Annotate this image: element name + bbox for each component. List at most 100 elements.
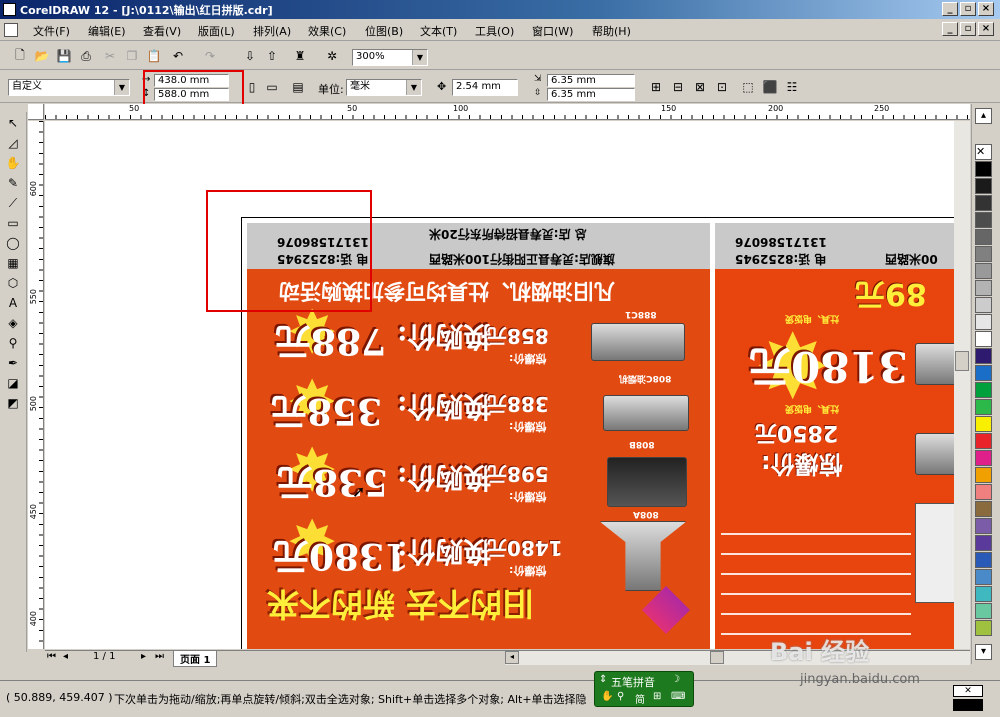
menu-window[interactable]: 窗口(W)	[532, 23, 573, 39]
menu-arrange[interactable]: 排列(A)	[253, 23, 291, 39]
app-launcher-icon[interactable]: ♜	[290, 46, 310, 66]
menu-view[interactable]: 查看(V)	[143, 23, 181, 39]
page-size-select[interactable]: 自定义 ▼	[8, 79, 130, 96]
next-page-icon[interactable]: ▸	[141, 651, 146, 662]
swatch[interactable]	[975, 569, 992, 585]
swatch[interactable]	[975, 433, 992, 449]
swatch[interactable]	[975, 603, 992, 619]
snap-objects-icon[interactable]: ⊠	[690, 77, 710, 97]
export-icon[interactable]: ⇧	[262, 46, 282, 66]
interactive-fill-icon[interactable]: ◩	[3, 394, 23, 412]
vertical-ruler[interactable]: 600 550 500 450 400	[28, 121, 44, 649]
flyer-right[interactable]: 13171586076 电 话:8252945 00米路西 89元 ✸ 3180…	[715, 223, 970, 649]
copy-icon[interactable]: ❐	[122, 46, 142, 66]
open-icon[interactable]: 📂	[32, 46, 52, 66]
ime-hand-icon[interactable]: ✋	[601, 691, 613, 702]
portrait-icon[interactable]: ▯	[242, 77, 262, 97]
doc-restore-button[interactable]: ▫	[960, 22, 976, 36]
swatch[interactable]	[975, 382, 992, 398]
swatch[interactable]	[975, 535, 992, 551]
menu-text[interactable]: 文本(T)	[420, 23, 457, 39]
swatch[interactable]	[975, 450, 992, 466]
swatch[interactable]	[975, 518, 992, 534]
new-icon[interactable]: 🗋	[10, 46, 30, 66]
smart-fill-tool-icon[interactable]: ⟋	[3, 194, 23, 212]
undo-icon[interactable]: ↶	[168, 46, 188, 66]
fill-tool-icon[interactable]: ◪	[3, 374, 23, 392]
grid-tool-icon[interactable]: ▦	[3, 254, 23, 272]
basic-shapes-icon[interactable]: ⬡	[3, 274, 23, 292]
swatch[interactable]	[975, 263, 992, 279]
ruler-corner[interactable]	[28, 104, 44, 120]
outline-tool-icon[interactable]: ✒	[3, 354, 23, 372]
ime-keyboard-icon[interactable]: ⌨	[671, 691, 685, 702]
palette-scroll-up-icon[interactable]: ▴	[975, 108, 992, 124]
pan-tool-icon[interactable]: ✋	[3, 154, 23, 172]
doc-minimize-button[interactable]: _	[942, 22, 958, 36]
import-icon[interactable]: ⇩	[240, 46, 260, 66]
minimize-button[interactable]: _	[942, 2, 958, 16]
print-icon[interactable]: ⎙	[76, 46, 96, 66]
shape-tool-icon[interactable]: ◿	[3, 134, 23, 152]
menu-tools[interactable]: 工具(O)	[475, 23, 514, 39]
swatch[interactable]	[975, 297, 992, 313]
swatch[interactable]	[975, 331, 992, 347]
close-button[interactable]: ×	[978, 2, 994, 16]
cut-icon[interactable]: ✂	[100, 46, 120, 66]
snap-guides-icon[interactable]: ⊟	[668, 77, 688, 97]
zoom-select[interactable]: 300% ▼	[352, 49, 428, 66]
snap-grid-icon[interactable]: ⊞	[646, 77, 666, 97]
swatch[interactable]	[975, 195, 992, 211]
select-icon[interactable]: ⬚	[738, 77, 758, 97]
landscape-icon[interactable]: ▭	[262, 77, 282, 97]
menu-layout[interactable]: 版面(L)	[198, 23, 235, 39]
swatch[interactable]	[975, 229, 992, 245]
ime-moon-icon[interactable]: ☽	[671, 674, 680, 685]
interactive-tool-icon[interactable]: ◈	[3, 314, 23, 332]
text-tool-icon[interactable]: A	[3, 294, 23, 312]
eyedropper-tool-icon[interactable]: ⚲	[3, 334, 23, 352]
chevron-down-icon[interactable]: ▼	[412, 50, 427, 65]
chevron-down-icon[interactable]: ▼	[406, 80, 421, 95]
swatch[interactable]	[975, 365, 992, 381]
last-page-icon[interactable]: ⏭	[155, 651, 164, 662]
save-icon[interactable]: 💾	[54, 46, 74, 66]
duplicate-y-input[interactable]: 6.35 mm	[547, 88, 635, 101]
paste-icon[interactable]: 📋	[144, 46, 164, 66]
treat-as-filled-icon[interactable]: ⬛	[760, 77, 780, 97]
menu-file[interactable]: 文件(F)	[33, 23, 70, 39]
ime-punct-icon[interactable]: ⊞	[653, 691, 661, 702]
scroll-thumb[interactable]	[955, 351, 969, 371]
swatch[interactable]	[975, 416, 992, 432]
dynamic-guides-icon[interactable]: ⊡	[712, 77, 732, 97]
swatch[interactable]	[975, 212, 992, 228]
ime-toolbar[interactable]: ⇕ 五笔拼音 ☽ ✋ ⚲ 简 ⊞ ⌨	[594, 671, 694, 707]
palette-scroll-down-icon[interactable]: ▾	[975, 644, 992, 660]
drawing-canvas[interactable]: 13171586076 总 店:灵寿县招待所东行20米 电 话:8252945 …	[45, 121, 970, 649]
nudge-input[interactable]: 2.54 mm	[452, 79, 518, 96]
horizontal-ruler[interactable]: 50 50 100 150 200 250	[45, 104, 970, 120]
ime-mode[interactable]: 简	[635, 691, 645, 706]
swatch[interactable]	[975, 620, 992, 636]
first-page-icon[interactable]: ⏮	[47, 651, 56, 662]
menu-bitmaps[interactable]: 位图(B)	[365, 23, 403, 39]
swatch[interactable]	[975, 280, 992, 296]
pick-tool-icon[interactable]: ↖	[3, 114, 23, 132]
menu-effects[interactable]: 效果(C)	[308, 23, 346, 39]
swatch[interactable]	[975, 399, 992, 415]
unit-select[interactable]: 毫米 ▼	[346, 79, 422, 96]
tab-page-1[interactable]: 页面 1	[173, 650, 218, 667]
vertical-scrollbar[interactable]	[954, 121, 970, 649]
options-icon[interactable]: ☷	[782, 77, 802, 97]
chevron-down-icon[interactable]: ▼	[114, 80, 129, 95]
swatch[interactable]	[975, 178, 992, 194]
swatch[interactable]	[975, 586, 992, 602]
swatch[interactable]	[975, 314, 992, 330]
duplicate-x-input[interactable]: 6.35 mm	[547, 74, 635, 87]
prev-page-icon[interactable]: ◂	[63, 651, 68, 662]
swatch[interactable]	[975, 467, 992, 483]
no-color-swatch[interactable]: ✕	[975, 144, 992, 160]
redo-icon[interactable]: ↷	[200, 46, 220, 66]
horizontal-scrollbar[interactable]: ◂	[505, 651, 970, 665]
menu-help[interactable]: 帮助(H)	[592, 23, 631, 39]
